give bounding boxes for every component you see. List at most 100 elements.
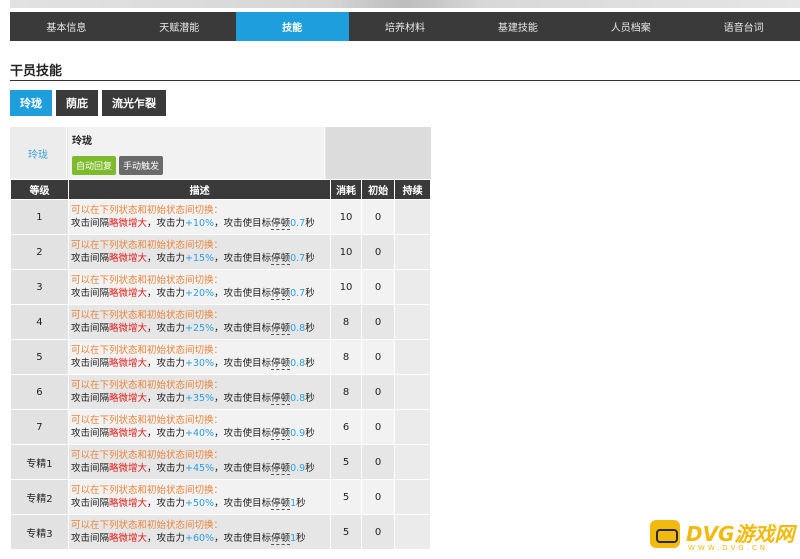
- banner-image: [10, 0, 800, 8]
- desc-f[interactable]: 停顿: [271, 533, 291, 545]
- desc-b: 略微增大: [108, 323, 147, 334]
- table-row: 2 可以在下列状态和初始状态间切换： 攻击间隔略微增大，攻击力+15%，攻击使目标停…: [10, 234, 431, 270]
- tab-profile[interactable]: 人员档案: [574, 12, 687, 41]
- desc-c: ，攻击力: [146, 428, 185, 439]
- desc-e: ，攻击使目标: [214, 288, 272, 299]
- desc-e: ，攻击使目标: [214, 253, 272, 264]
- desc-f[interactable]: 停顿: [271, 218, 291, 230]
- cell-cost: 10: [330, 199, 362, 235]
- desc-e: ，攻击使目标: [214, 358, 272, 369]
- tab-materials[interactable]: 培养材料: [349, 12, 462, 41]
- desc-line2: 攻击间隔略微增大，攻击力+15%，攻击使目标停顿0.7秒: [71, 252, 330, 265]
- cell-initial: 0: [360, 304, 396, 340]
- desc-e: ，攻击使目标: [214, 393, 272, 404]
- cell-level: 专精1: [10, 444, 69, 480]
- cell-description: 可以在下列状态和初始状态间切换： 攻击间隔略微增大，攻击力+30%，攻击使目标停顿…: [67, 339, 332, 375]
- desc-a: 攻击间隔: [70, 253, 109, 264]
- tab-skills[interactable]: 技能: [235, 12, 349, 41]
- section-title: 干员技能: [10, 64, 63, 79]
- desc-h: 秒: [305, 253, 315, 264]
- desc-f[interactable]: 停顿: [271, 498, 291, 510]
- cell-description: 可以在下列状态和初始状态间切换： 攻击间隔略微增大，攻击力+10%，攻击使目标停顿…: [67, 199, 332, 235]
- cell-level: 7: [10, 409, 69, 445]
- tab-voice[interactable]: 语音台词: [687, 12, 800, 41]
- desc-line2: 攻击间隔略微增大，攻击力+45%，攻击使目标停顿0.9秒: [71, 462, 330, 475]
- cell-initial: 0: [360, 339, 396, 375]
- cell-description: 可以在下列状态和初始状态间切换： 攻击间隔略微增大，攻击力+25%，攻击使目标停顿…: [67, 304, 332, 340]
- desc-line1: 可以在下列状态和初始状态间切换：: [70, 275, 223, 286]
- header-level: 等级: [10, 179, 69, 200]
- desc-b: 略微增大: [108, 533, 147, 544]
- desc-line1: 可以在下列状态和初始状态间切换：: [70, 310, 223, 321]
- skill-tab-1[interactable]: 玲珑: [10, 90, 52, 116]
- desc-c: ，攻击力: [146, 288, 185, 299]
- desc-e: ，攻击使目标: [214, 323, 272, 334]
- desc-f[interactable]: 停顿: [271, 288, 291, 300]
- cell-initial: 0: [360, 199, 396, 235]
- desc-g: 0.8: [290, 393, 306, 404]
- cell-cost: 8: [330, 339, 362, 375]
- table-row: 专精2 可以在下列状态和初始状态间切换： 攻击间隔略微增大，攻击力+50%，攻击使目…: [10, 479, 431, 515]
- desc-line2: 攻击间隔略微增大，攻击力+50%，攻击使目标停顿1秒: [71, 497, 330, 510]
- section-divider: [10, 80, 800, 81]
- desc-b: 略微增大: [108, 428, 147, 439]
- desc-f[interactable]: 停顿: [271, 463, 291, 475]
- table-row: 专精3 可以在下列状态和初始状态间切换： 攻击间隔略微增大，攻击力+60%，攻击使目…: [10, 514, 431, 550]
- cell-level: 专精3: [10, 514, 69, 550]
- desc-b: 略微增大: [108, 498, 147, 509]
- cell-level: 1: [10, 199, 69, 235]
- cell-initial: 0: [360, 444, 396, 480]
- table-row: 1 可以在下列状态和初始状态间切换： 攻击间隔略微增大，攻击力+10%，攻击使目标停…: [10, 199, 431, 235]
- desc-d: +40%: [185, 428, 215, 439]
- desc-e: ，攻击使目标: [214, 533, 272, 544]
- desc-b: 略微增大: [108, 288, 147, 299]
- desc-a: 攻击间隔: [70, 323, 109, 334]
- cell-level: 4: [10, 304, 69, 340]
- cell-description: 可以在下列状态和初始状态间切换： 攻击间隔略微增大，攻击力+40%，攻击使目标停顿…: [67, 409, 332, 445]
- desc-h: 秒: [296, 498, 306, 509]
- skill-tab-2[interactable]: 荫庇: [56, 90, 98, 116]
- skill-tab-3[interactable]: 流光乍裂: [102, 90, 166, 116]
- desc-f[interactable]: 停顿: [271, 393, 291, 405]
- desc-c: ，攻击力: [146, 533, 185, 544]
- desc-f[interactable]: 停顿: [271, 253, 291, 265]
- desc-f[interactable]: 停顿: [271, 428, 291, 440]
- tab-base-skills[interactable]: 基建技能: [461, 12, 574, 41]
- desc-c: ，攻击力: [146, 358, 185, 369]
- desc-f[interactable]: 停顿: [271, 323, 291, 335]
- skill-icon-name: 玲珑: [10, 127, 67, 179]
- desc-a: 攻击间隔: [70, 358, 109, 369]
- tab-talent[interactable]: 天赋潜能: [123, 12, 236, 41]
- desc-line2: 攻击间隔略微增大，攻击力+10%，攻击使目标停顿0.7秒: [71, 217, 330, 230]
- desc-line1: 可以在下列状态和初始状态间切换：: [70, 485, 223, 496]
- desc-d: +30%: [185, 358, 215, 369]
- table-row: 3 可以在下列状态和初始状态间切换： 攻击间隔略微增大，攻击力+20%，攻击使目标停…: [10, 269, 431, 305]
- cell-cost: 5: [330, 479, 362, 515]
- cell-description: 可以在下列状态和初始状态间切换： 攻击间隔略微增大，攻击力+45%，攻击使目标停顿…: [67, 444, 332, 480]
- desc-line2: 攻击间隔略微增大，攻击力+30%，攻击使目标停顿0.8秒: [71, 357, 330, 370]
- desc-line1: 可以在下列状态和初始状态间切换：: [70, 345, 223, 356]
- cell-duration: [394, 444, 431, 480]
- desc-line1: 可以在下列状态和初始状态间切换：: [70, 205, 223, 216]
- desc-g: 0.9: [290, 428, 306, 439]
- desc-g: 0.7: [290, 218, 306, 229]
- desc-c: ，攻击力: [146, 393, 185, 404]
- table-row: 4 可以在下列状态和初始状态间切换： 攻击间隔略微增大，攻击力+25%，攻击使目标停…: [10, 304, 431, 340]
- cell-duration: [394, 339, 431, 375]
- desc-line1: 可以在下列状态和初始状态间切换：: [70, 450, 223, 461]
- cell-level: 3: [10, 269, 69, 305]
- cell-cost: 6: [330, 409, 362, 445]
- cell-duration: [394, 514, 431, 550]
- desc-f[interactable]: 停顿: [271, 358, 291, 370]
- desc-e: ，攻击使目标: [214, 463, 272, 474]
- cell-duration: [394, 269, 431, 305]
- desc-h: 秒: [305, 358, 315, 369]
- desc-c: ，攻击力: [146, 498, 185, 509]
- desc-g: 0.8: [290, 323, 306, 334]
- cell-initial: 0: [360, 479, 396, 515]
- tab-basic-info[interactable]: 基本信息: [10, 12, 123, 41]
- header-cost: 消耗: [330, 179, 362, 200]
- cell-cost: 5: [330, 444, 362, 480]
- desc-h: 秒: [305, 428, 315, 439]
- table-header-row: 等级 描述 消耗 初始 持续: [10, 179, 431, 200]
